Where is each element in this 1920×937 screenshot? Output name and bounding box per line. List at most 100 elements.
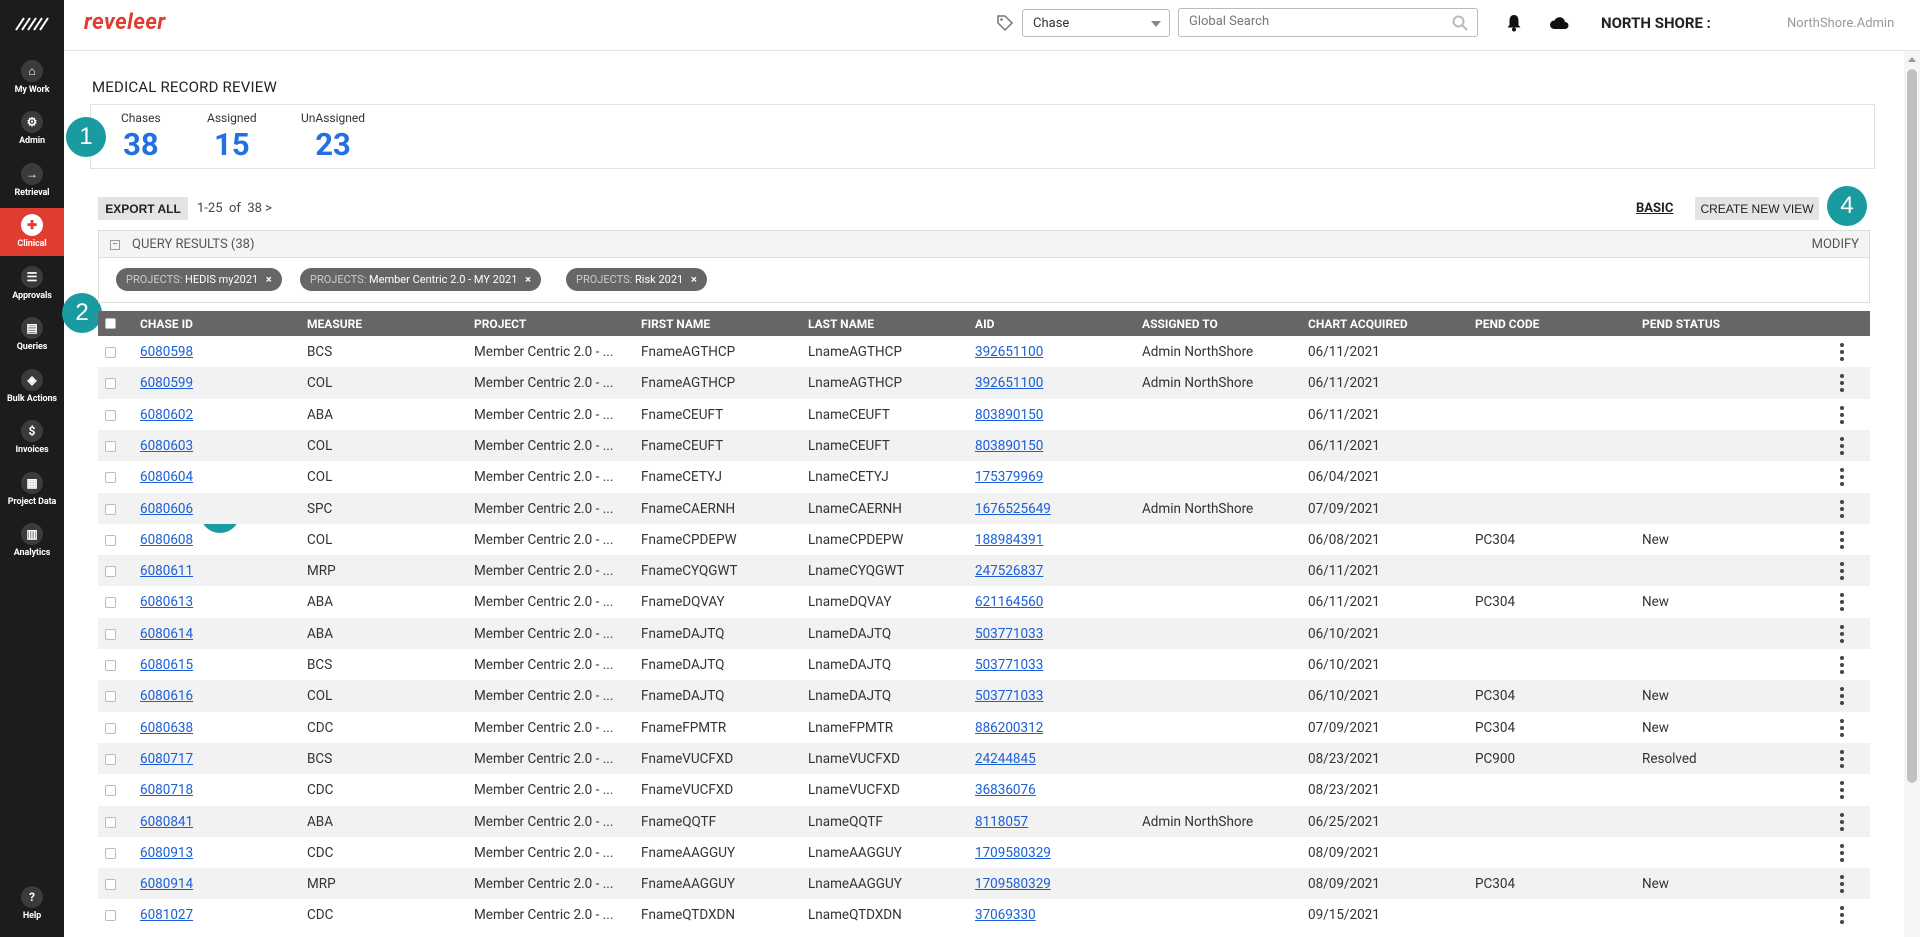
table-row[interactable]: 6080608 COL Member Centric 2.0 - ... FnameC…	[98, 524, 1870, 555]
export-all-button[interactable]: EXPORT ALL	[98, 197, 188, 220]
sidebar-item-retrieval[interactable]: → Retrieval	[0, 157, 64, 205]
sidebar-item-invoices[interactable]: $ Invoices	[0, 414, 64, 462]
cell-chase-id[interactable]: 6080638	[140, 720, 193, 736]
row-checkbox[interactable]	[105, 378, 116, 390]
column-header-chart-acquired[interactable]: CHART ACQUIRED	[1308, 317, 1408, 331]
cell-aid[interactable]: 24244845	[975, 751, 1036, 767]
table-row[interactable]: 6080638 CDC Member Centric 2.0 - ... FnameF…	[98, 712, 1870, 743]
table-row[interactable]: 6080598 BCS Member Centric 2.0 - ... FnameA…	[98, 336, 1870, 367]
cell-chase-id[interactable]: 6080914	[140, 876, 193, 892]
cell-chase-id[interactable]: 6081027	[140, 907, 193, 923]
kebab-menu-icon[interactable]	[1840, 530, 1844, 549]
brand-logo[interactable]: reveleer	[84, 10, 166, 35]
row-checkbox[interactable]	[105, 534, 116, 546]
cell-aid[interactable]: 392651100	[975, 375, 1043, 391]
row-checkbox[interactable]	[105, 879, 116, 891]
cell-chase-id[interactable]: 6080616	[140, 688, 193, 704]
kebab-menu-icon[interactable]	[1840, 436, 1844, 455]
cell-chase-id[interactable]: 6080603	[140, 438, 193, 454]
table-row[interactable]: 6080614 ABA Member Centric 2.0 - ... FnameD…	[98, 617, 1870, 649]
kebab-menu-icon[interactable]	[1840, 718, 1844, 737]
table-row[interactable]: 6080914 MRP Member Centric 2.0 - ... FnameA…	[98, 868, 1870, 900]
cell-aid[interactable]: 886200312	[975, 720, 1043, 736]
scroll-up-arrow-icon[interactable]	[1908, 57, 1916, 62]
basic-view-link[interactable]: BASIC	[1636, 201, 1673, 216]
cell-chase-id[interactable]: 6080604	[140, 469, 193, 485]
table-row[interactable]: 6080613 ABA Member Centric 2.0 - ... FnameD…	[98, 586, 1870, 617]
collapse-toggle-icon[interactable]: −	[110, 240, 120, 250]
column-header-chase-id[interactable]: CHASE ID	[140, 317, 193, 331]
kebab-menu-icon[interactable]	[1840, 624, 1844, 643]
row-checkbox[interactable]	[105, 847, 116, 859]
cell-aid[interactable]: 1676525649	[975, 501, 1051, 517]
kebab-menu-icon[interactable]	[1840, 781, 1844, 800]
cloud-icon[interactable]	[1549, 15, 1569, 31]
column-header-assigned-to[interactable]: ASSIGNED TO	[1142, 317, 1218, 331]
stat-value[interactable]: 15	[207, 126, 257, 163]
cell-chase-id[interactable]: 6080613	[140, 594, 193, 610]
cell-aid[interactable]: 803890150	[975, 438, 1043, 454]
sidebar-item-my-work[interactable]: ⌂ My Work	[0, 54, 64, 102]
sidebar-item-help[interactable]: ? Help	[0, 880, 64, 928]
row-checkbox[interactable]	[105, 753, 116, 765]
select-all-checkbox[interactable]	[105, 318, 116, 329]
cell-chase-id[interactable]: 6080602	[140, 407, 193, 423]
sidebar-item-approvals[interactable]: ☰ Approvals	[0, 260, 64, 308]
row-checkbox[interactable]	[105, 566, 116, 578]
kebab-menu-icon[interactable]	[1840, 468, 1844, 487]
kebab-menu-icon[interactable]	[1840, 812, 1844, 831]
cell-chase-id[interactable]: 6080598	[140, 344, 193, 360]
row-checkbox[interactable]	[105, 660, 116, 671]
user-name[interactable]: NorthShore.Admin	[1787, 16, 1894, 31]
table-row[interactable]: 6080717 BCS Member Centric 2.0 - ... FnameV…	[98, 742, 1870, 775]
table-row[interactable]: 6080599 COL Member Centric 2.0 - ... FnameA…	[98, 367, 1870, 399]
cell-chase-id[interactable]: 6080913	[140, 845, 193, 861]
table-row[interactable]: 6080606 SPC Member Centric 2.0 - ... FnameC…	[98, 492, 1870, 524]
table-row[interactable]: 6080615 BCS Member Centric 2.0 - ... FnameD…	[98, 649, 1870, 680]
kebab-menu-icon[interactable]	[1840, 875, 1844, 894]
cell-chase-id[interactable]: 6080718	[140, 782, 193, 798]
filter-chip[interactable]: PROJECTS: Member Centric 2.0 - MY 2021 ×	[300, 268, 541, 291]
kebab-menu-icon[interactable]	[1840, 374, 1844, 393]
table-row[interactable]: 6080841 ABA Member Centric 2.0 - ... FnameQ…	[98, 805, 1870, 837]
column-header-project[interactable]: PROJECT	[474, 317, 526, 331]
filter-chip[interactable]: PROJECTS: HEDIS my2021 ×	[116, 268, 282, 291]
row-checkbox[interactable]	[105, 628, 116, 640]
row-checkbox[interactable]	[105, 597, 116, 609]
row-checkbox[interactable]	[105, 347, 116, 358]
cell-aid[interactable]: 503771033	[975, 688, 1043, 704]
table-row[interactable]: 6080611 MRP Member Centric 2.0 - ... FnameC…	[98, 555, 1870, 587]
sidebar-item-queries[interactable]: ▤ Queries	[0, 311, 64, 359]
cell-chase-id[interactable]: 6080606	[140, 501, 193, 517]
kebab-menu-icon[interactable]	[1840, 906, 1844, 925]
cell-chase-id[interactable]: 6080717	[140, 751, 193, 767]
cell-aid[interactable]: 621164560	[975, 594, 1043, 610]
stat-value[interactable]: 38	[121, 126, 161, 163]
cell-chase-id[interactable]: 6080599	[140, 375, 193, 391]
search-type-select[interactable]: Chase	[1022, 9, 1170, 37]
cell-chase-id[interactable]: 6080615	[140, 657, 193, 673]
kebab-menu-icon[interactable]	[1840, 405, 1844, 424]
kebab-menu-icon[interactable]	[1840, 343, 1844, 361]
column-header-measure[interactable]: MEASURE	[307, 317, 362, 331]
row-checkbox[interactable]	[105, 503, 116, 515]
cell-aid[interactable]: 503771033	[975, 657, 1043, 673]
cell-aid[interactable]: 1709580329	[975, 845, 1051, 861]
cell-chase-id[interactable]: 6080614	[140, 626, 193, 642]
modify-query-button[interactable]: MODIFY	[1812, 237, 1859, 252]
row-checkbox[interactable]	[105, 785, 116, 797]
cell-aid[interactable]: 803890150	[975, 407, 1043, 423]
kebab-menu-icon[interactable]	[1840, 499, 1844, 518]
table-row[interactable]: 6080616 COL Member Centric 2.0 - ... FnameD…	[98, 680, 1870, 712]
sidebar-item-clinical[interactable]: ✚ Clinical	[0, 208, 64, 256]
sidebar-item-admin[interactable]: ⚙ Admin	[0, 105, 64, 153]
column-header-aid[interactable]: AID	[975, 317, 994, 331]
row-checkbox[interactable]	[105, 409, 116, 421]
kebab-menu-icon[interactable]	[1840, 687, 1844, 706]
table-row[interactable]: 6080603 COL Member Centric 2.0 - ... FnameC…	[98, 429, 1870, 462]
cell-aid[interactable]: 188984391	[975, 532, 1043, 548]
cell-aid[interactable]: 37069330	[975, 907, 1036, 923]
column-header-pend-status[interactable]: PEND STATUS	[1642, 317, 1720, 331]
app-logo-icon[interactable]	[14, 14, 50, 34]
table-row[interactable]: 6080718 CDC Member Centric 2.0 - ... FnameV…	[98, 774, 1870, 805]
